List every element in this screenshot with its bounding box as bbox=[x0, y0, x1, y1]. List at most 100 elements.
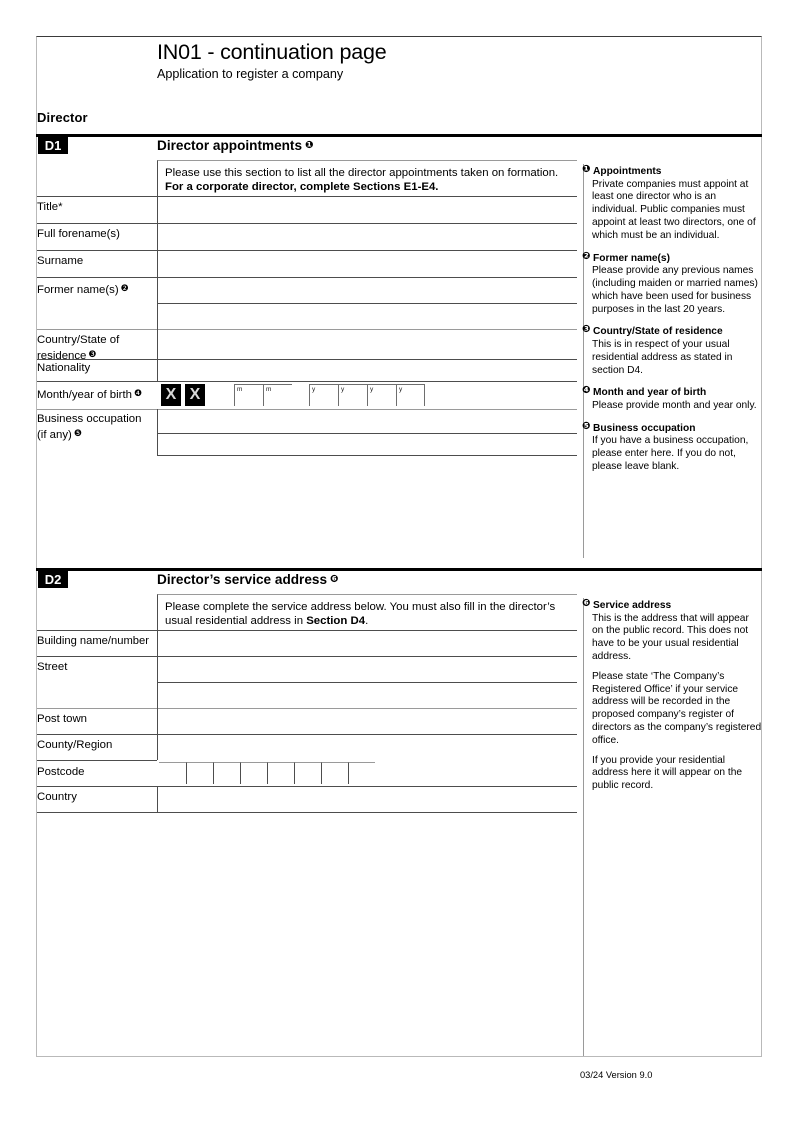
note-month-year-birth-body: Please provide month and year only. bbox=[592, 399, 757, 411]
dob-month-cell-2[interactable]: m bbox=[263, 384, 292, 406]
label-country: Country bbox=[37, 791, 77, 803]
label-country-residence-text: Country/State of residence bbox=[37, 334, 120, 362]
note-service-address-para-3: If you provide your residential address … bbox=[592, 754, 743, 792]
postcode-cell-2[interactable] bbox=[186, 762, 213, 784]
dob-masked-box-2: X bbox=[185, 384, 205, 406]
postcode-cell-6[interactable] bbox=[294, 762, 321, 784]
group-title-director: Director bbox=[37, 110, 88, 125]
section-d2-heading: Director’s service address ❻ bbox=[157, 571, 339, 588]
postcode-cell-5[interactable] bbox=[267, 762, 294, 784]
field-row-postcode: Postcode bbox=[36, 760, 577, 786]
note-country-residence: ❸ Country/State of residence This is in r… bbox=[582, 324, 762, 377]
field-row-dob: Month/year of birth ❹ XXmmyyyy bbox=[36, 381, 577, 409]
input-former-names-2[interactable] bbox=[158, 303, 577, 329]
note-marker-1-icon: ❶ bbox=[305, 140, 314, 151]
section-d2-tag: D2 bbox=[38, 571, 68, 588]
dob-month-cell-1[interactable]: m bbox=[234, 384, 263, 406]
note-service-address: ❻ Service address This is the address tha… bbox=[582, 598, 762, 793]
input-full-forenames[interactable] bbox=[158, 223, 577, 250]
label-former-names-text: Former name(s) bbox=[37, 284, 119, 296]
note-service-address-para-1: This is the address that will appear on … bbox=[592, 612, 749, 662]
field-row-street: Street bbox=[36, 656, 577, 682]
d2-instruction-section-ref: Section D4 bbox=[306, 615, 366, 628]
label-dob: Month/year of birth ❹ bbox=[37, 381, 157, 402]
field-row-title: Title* bbox=[36, 196, 577, 223]
d2-instruction-line2a: usual residential address in bbox=[165, 615, 307, 628]
d1-instruction-line1: Please use this section to list all the … bbox=[165, 167, 559, 179]
note-former-names: ❷ Former name(s) Please provide any previ… bbox=[582, 251, 762, 317]
section-d1-topbar bbox=[36, 134, 762, 137]
d2-instruction-row: Please complete the service address belo… bbox=[36, 594, 577, 630]
note-appointments-body: Private companies must appoint at least … bbox=[592, 178, 756, 241]
label-post-town: Post town bbox=[37, 713, 88, 725]
label-building-name-number: Building name/number bbox=[37, 635, 149, 647]
section-d1-heading: Director appointments ❶ bbox=[157, 137, 314, 154]
label-street: Street bbox=[37, 661, 68, 673]
note-former-names-body: Please provide any previous names (inclu… bbox=[592, 265, 758, 315]
postcode-cell-7[interactable] bbox=[321, 762, 348, 784]
input-county-region[interactable] bbox=[158, 734, 577, 760]
d1-instruction-line2: For a corporate director, complete Secti… bbox=[165, 181, 439, 194]
d1-instruction: Please use this section to list all the … bbox=[157, 160, 577, 196]
section-d1-tag: D1 bbox=[38, 137, 68, 154]
d2-instruction-line1: Please complete the service address belo… bbox=[165, 601, 556, 613]
dob-year-cell-4[interactable]: y bbox=[396, 384, 425, 406]
section-d1: D1 Director appointments ❶ Please use thi… bbox=[36, 134, 762, 558]
input-title[interactable] bbox=[158, 196, 577, 223]
note-service-address-body: This is the address that will appear on … bbox=[591, 613, 762, 793]
note-month-year-birth-title: ❹ Month and year of birth bbox=[582, 385, 707, 399]
input-business-occupation-1[interactable] bbox=[158, 409, 577, 433]
field-row-post-town: Post town bbox=[36, 708, 577, 734]
input-country-residence[interactable] bbox=[158, 329, 577, 359]
postcode-entry-group bbox=[159, 762, 375, 784]
d2-instruction-line2c: . bbox=[365, 615, 369, 628]
note-month-year-birth: ❹ Month and year of birth Please provide … bbox=[582, 385, 762, 412]
dob-year-cell-3[interactable]: y bbox=[367, 384, 396, 406]
field-row-street-2 bbox=[36, 682, 577, 708]
input-country[interactable] bbox=[158, 786, 577, 812]
d1-notes-sidebar: ❶ Appointments Private companies must app… bbox=[582, 164, 762, 558]
input-building-name-number[interactable] bbox=[158, 630, 577, 656]
note-business-occupation: ❺ Business occupation If you have a busin… bbox=[582, 421, 762, 474]
note-country-residence-title: ❸ Country/State of residence bbox=[582, 324, 723, 338]
input-business-occupation-2[interactable] bbox=[158, 433, 577, 455]
field-row-business-occupation-2 bbox=[36, 433, 577, 455]
field-row-business-occupation: Business occupation (if any) ❺ bbox=[36, 409, 577, 441]
dob-year-cell-2[interactable]: y bbox=[338, 384, 367, 406]
note-service-address-title: ❻ Service address bbox=[582, 598, 672, 611]
field-row-country: Country bbox=[36, 786, 577, 812]
postcode-cell-3[interactable] bbox=[213, 762, 240, 784]
input-street-1[interactable] bbox=[158, 656, 577, 682]
label-former-names: Former name(s) ❷ bbox=[37, 277, 155, 297]
label-title: Title* bbox=[37, 201, 63, 213]
page-subtitle: Application to register a company bbox=[157, 66, 344, 81]
note-appointments: ❶ Appointments Private companies must app… bbox=[582, 164, 762, 243]
field-row-forenames: Full forename(s) bbox=[36, 223, 577, 250]
d2-notes-sidebar: ❻ Service address This is the address tha… bbox=[582, 598, 762, 1056]
note-marker-2-icon: ❷ bbox=[120, 283, 129, 293]
field-row-former-names-2 bbox=[36, 303, 577, 329]
field-row-former-names: Former name(s) ❷ bbox=[36, 277, 577, 303]
input-post-town[interactable] bbox=[158, 708, 577, 734]
postcode-cell-8[interactable] bbox=[348, 762, 375, 784]
section-d1-heading-text: Director appointments bbox=[157, 138, 303, 153]
input-street-2[interactable] bbox=[158, 682, 577, 708]
section-d2-heading-text: Director’s service address bbox=[157, 572, 328, 587]
note-marker-6-icon: ❻ bbox=[330, 574, 339, 585]
note-service-address-para-2: Please state ‘The Company’s Registered O… bbox=[592, 670, 762, 746]
label-full-forenames: Full forename(s) bbox=[37, 228, 120, 240]
page-title: IN01 - continuation page bbox=[157, 40, 387, 64]
dob-year-cell-1[interactable]: y bbox=[309, 384, 338, 406]
note-country-residence-body: This is in respect of your usual residen… bbox=[592, 338, 733, 376]
input-surname[interactable] bbox=[158, 250, 577, 277]
label-postcode: Postcode bbox=[37, 766, 85, 778]
postcode-cell-4[interactable] bbox=[240, 762, 267, 784]
input-former-names-1[interactable] bbox=[158, 277, 577, 303]
page-header: IN01 - continuation page Application to … bbox=[157, 40, 577, 82]
d1-instruction-row: Please use this section to list all the … bbox=[36, 160, 577, 196]
postcode-cell-1[interactable] bbox=[159, 762, 186, 784]
note-business-occupation-body: If you have a business occupation, pleas… bbox=[592, 435, 749, 472]
label-nationality: Nationality bbox=[37, 362, 91, 374]
input-nationality[interactable] bbox=[158, 359, 577, 381]
dob-masked-box-1: X bbox=[161, 384, 181, 406]
